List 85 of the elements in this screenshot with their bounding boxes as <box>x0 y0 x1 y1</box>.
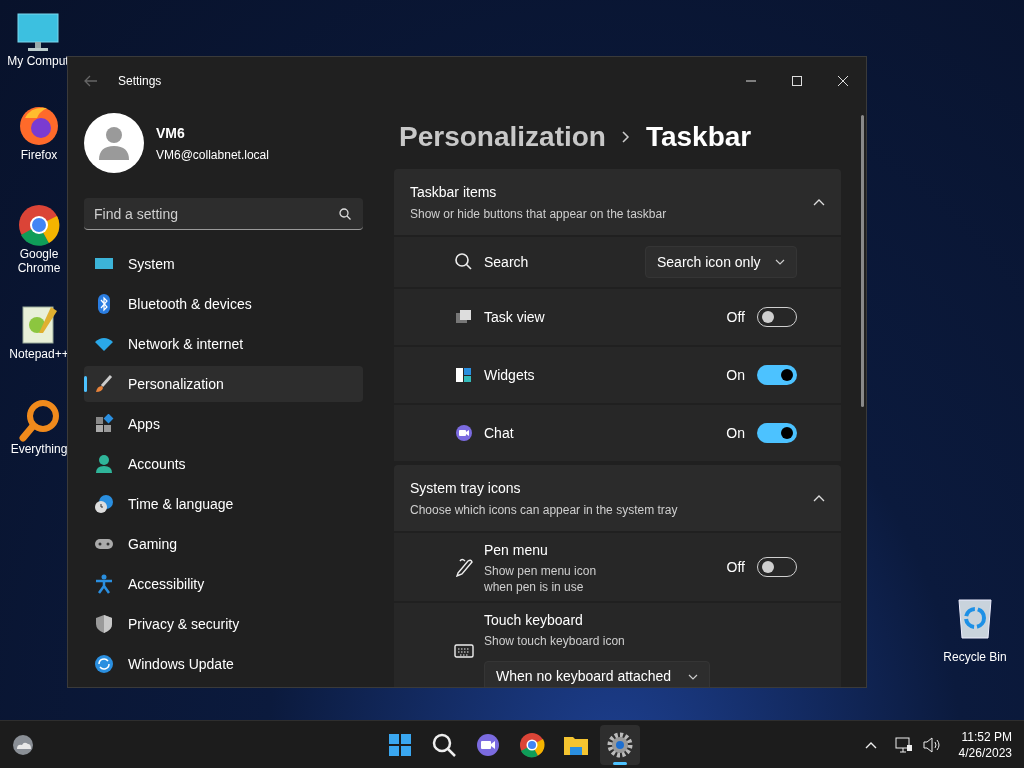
chevron-down-icon <box>688 673 698 680</box>
window-title: Settings <box>118 73 162 90</box>
desktop-icon-label: My Comput <box>7 54 69 68</box>
magnifier-icon[interactable] <box>17 398 61 442</box>
accessibility-figure-icon <box>94 574 114 594</box>
apps-grid-icon <box>94 414 114 434</box>
page-title: Taskbar <box>645 120 752 154</box>
search-icon <box>430 731 458 759</box>
clock[interactable]: 11:52 PM 4/26/2023 <box>958 729 1012 761</box>
nav-item[interactable]: System <box>84 246 363 282</box>
toggle-state-label: Off <box>726 307 745 327</box>
nav-item[interactable]: Accounts <box>84 446 363 482</box>
nav-item[interactable]: Privacy & security <box>84 606 363 642</box>
maximize-icon <box>792 76 802 86</box>
widgets-panel-icon <box>454 365 474 385</box>
desktop-icon-label: Firefox <box>20 148 58 162</box>
setting-label: Task view <box>484 307 545 327</box>
chevron-up-icon[interactable] <box>864 741 877 749</box>
gear-icon <box>606 731 634 759</box>
toggle-switch[interactable] <box>757 423 797 443</box>
section-title: Taskbar items <box>410 182 498 202</box>
setting-description: Show touch keyboard icon <box>484 632 626 649</box>
setting-label: Pen menu <box>484 540 549 560</box>
nav-item[interactable]: Windows Update <box>84 646 363 682</box>
keyboard-icon <box>454 641 474 661</box>
video-chat-icon <box>454 423 474 443</box>
search-field[interactable]: Find a setting <box>84 198 363 230</box>
nav-item[interactable]: Apps <box>84 406 363 442</box>
breadcrumb-link[interactable]: Personalization <box>399 116 606 158</box>
section-header[interactable]: System tray icons Choose which icons can appear in the system tray <box>394 465 841 531</box>
chevron-up-icon[interactable] <box>813 494 825 502</box>
section-subtitle: Choose which icons can appear in the system tray <box>410 501 678 519</box>
network-monitor-icon[interactable] <box>894 737 913 753</box>
user-name: VM6 <box>156 123 186 143</box>
monitor-icon[interactable] <box>16 10 60 54</box>
setting-label: Chat <box>484 423 514 443</box>
user-email: VM6@collabnet.local <box>156 146 269 164</box>
nav-item[interactable]: Gaming <box>84 526 363 562</box>
person-icon <box>94 454 114 474</box>
nav-item[interactable]: Network & internet <box>84 326 363 362</box>
person-silhouette-icon <box>99 126 129 160</box>
toggle-state-label: On <box>726 365 745 385</box>
toggle-state-label: On <box>726 423 745 443</box>
toggle-state-label: Off <box>726 557 745 577</box>
desktop-icon-label: Google Chrome <box>16 247 62 275</box>
speaker-icon[interactable] <box>922 737 941 753</box>
desktop-icon-label: Recycle Bin <box>943 650 1007 664</box>
close-icon <box>838 76 848 86</box>
section-header[interactable]: Taskbar items Show or hide buttons that appear on the taskbar <box>394 169 841 235</box>
dropdown[interactable]: Search icon only <box>645 246 797 278</box>
weather-cloud-icon[interactable] <box>11 733 35 757</box>
section-subtitle: Show or hide buttons that appear on the taskbar <box>410 205 667 223</box>
chevron-down-icon <box>774 259 785 265</box>
search-icon <box>339 208 351 220</box>
chevron-up-icon[interactable] <box>813 198 825 206</box>
nav-item[interactable]: Personalization <box>84 366 363 402</box>
desktop-icon-label: Notepad++ <box>9 347 69 361</box>
toggle-switch[interactable] <box>757 365 797 385</box>
shield-icon <box>94 614 114 634</box>
taskbar-app-button[interactable] <box>600 725 640 765</box>
pen-icon <box>454 557 474 577</box>
desktop-icon-label: Everything <box>10 442 68 456</box>
section-title: System tray icons <box>410 478 522 498</box>
video-chat-icon <box>474 731 502 759</box>
chevron-right-icon <box>621 131 630 143</box>
fox-globe-icon[interactable] <box>17 104 61 148</box>
recycle-bin-icon[interactable] <box>955 596 995 640</box>
globe-clock-icon <box>94 494 114 514</box>
setting-label: Widgets <box>484 365 535 385</box>
setting-description: Show pen menu icon when pen is in use <box>484 562 598 595</box>
back-arrow-icon[interactable] <box>84 75 98 87</box>
setting-label: Touch keyboard <box>484 610 584 630</box>
start-logo-icon <box>386 731 414 759</box>
scrollbar-thumb[interactable] <box>861 115 864 407</box>
dropdown[interactable]: When no keyboard attached <box>484 660 710 687</box>
minimize-icon <box>746 80 756 82</box>
chrome-icon[interactable] <box>17 203 61 247</box>
chrome-icon <box>518 731 546 759</box>
nav-item[interactable]: Time & language <box>84 486 363 522</box>
nav-item[interactable]: Accessibility <box>84 566 363 602</box>
sync-arrows-icon <box>94 654 114 674</box>
search-icon <box>454 252 474 272</box>
setting-label: Search <box>484 252 529 272</box>
paintbrush-icon <box>94 374 114 394</box>
nav-item[interactable]: Bluetooth & devices <box>84 286 363 322</box>
